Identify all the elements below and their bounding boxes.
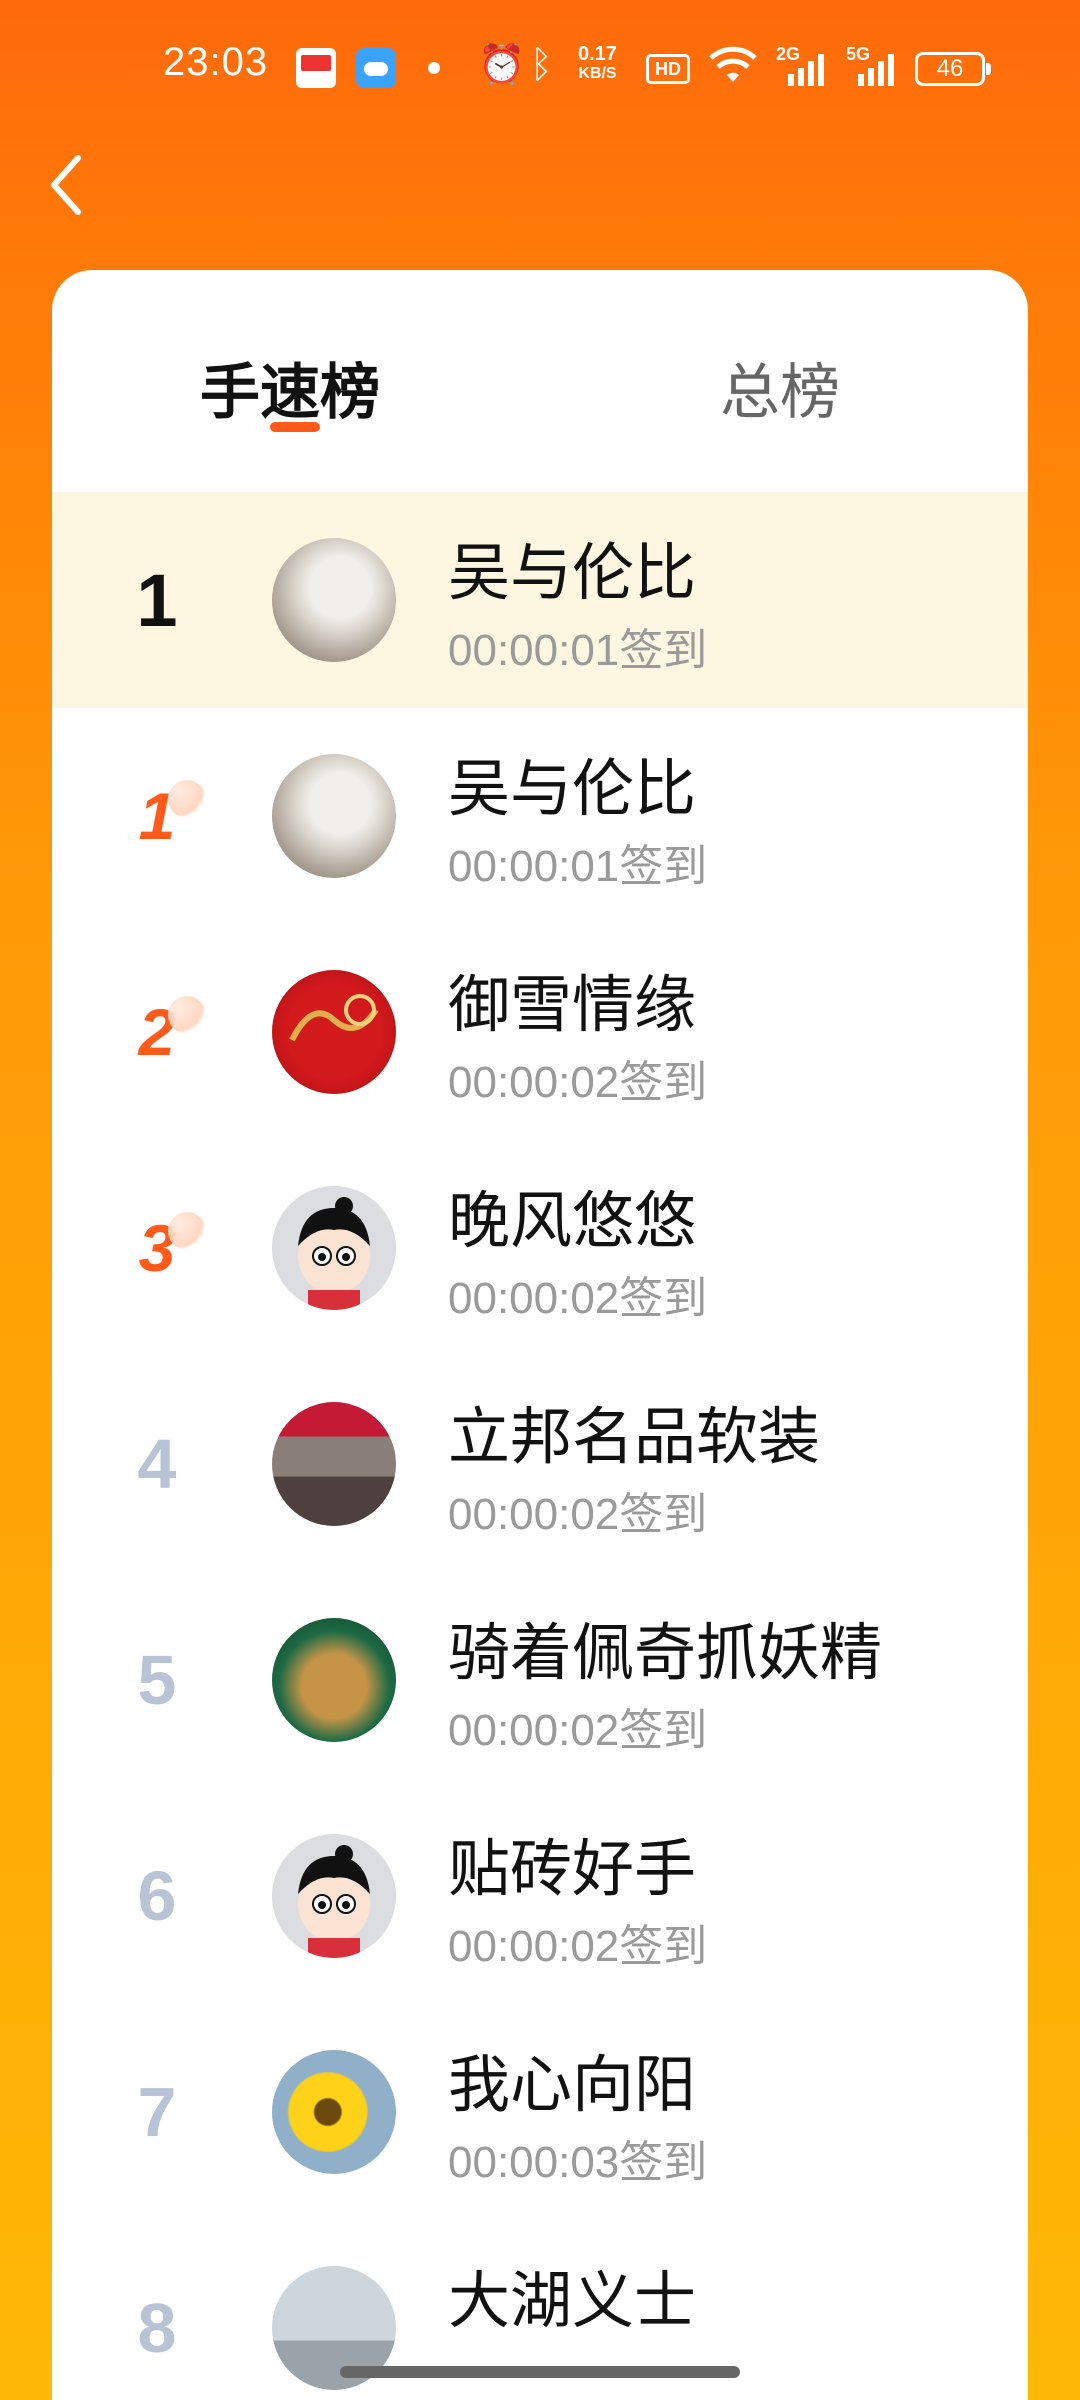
cat-avatar	[272, 538, 396, 662]
kid-image	[298, 1197, 370, 1310]
rank-number: 4	[137, 1425, 177, 1503]
user-name: 御雪情缘	[448, 968, 697, 1041]
status-bar: 23:03 ⏰ ᛒ 0.17 KB/S HD 2G 5G 46	[0, 0, 1080, 140]
network-speed: 0.17 KB/S	[578, 44, 617, 84]
checkin-time: 00:00:02签到	[448, 1706, 708, 1755]
user-name: 立邦名品软装	[448, 1400, 821, 1473]
rank-medal-2: 2	[92, 924, 222, 1140]
red-dragon-avatar	[272, 970, 396, 1094]
status-time: 23:03	[163, 40, 269, 84]
ranking-row[interactable]: 3 晚风悠悠 00:00:02签到	[52, 1140, 1028, 1356]
checkin-time: 00:00:02签到	[448, 1058, 708, 1107]
checkin-time: 00:00:01签到	[448, 842, 708, 891]
my-ranking-row[interactable]: 1 吴与伦比 00:00:01签到	[52, 492, 1028, 708]
user-name: 骑着佩奇抓妖精	[448, 1616, 883, 1689]
signal-bars-icon	[788, 54, 824, 86]
checkin-time: 00:00:01签到	[448, 626, 708, 675]
ranking-row[interactable]: 4 立邦名品软装 00:00:02签到	[52, 1356, 1028, 1572]
weather-app-icon	[356, 48, 396, 88]
dragon-image	[289, 994, 379, 1042]
speed-value: 0.17	[578, 43, 617, 65]
ranking-row[interactable]: 2 御雪情缘 00:00:02签到	[52, 924, 1028, 1140]
checkin-time: 00:00:02签到	[448, 1922, 708, 1971]
storefront-avatar	[272, 1402, 396, 1526]
rank-number: 8	[137, 2289, 177, 2367]
home-indicator[interactable]	[340, 2366, 740, 2378]
wifi-icon	[709, 46, 757, 82]
cartoon-kid-avatar	[272, 1834, 396, 1958]
back-button[interactable]	[38, 150, 94, 220]
ranking-row[interactable]: 6 贴砖好手 00:00:02签到	[52, 1788, 1028, 2004]
signal-icon-2g: 2G	[776, 44, 830, 88]
notification-dot	[428, 62, 440, 74]
checkin-time: 00:00:02签到	[448, 1274, 708, 1323]
active-tab-indicator	[270, 422, 320, 432]
ranking-row[interactable]: 1 吴与伦比 00:00:01签到	[52, 708, 1028, 924]
user-name: 晚风悠悠	[448, 1184, 697, 1257]
tab-bar: 手速榜 总榜	[52, 270, 1028, 492]
signal-bars-icon	[858, 54, 894, 86]
ranking-row[interactable]: 7 我心向阳 00:00:03签到	[52, 2004, 1028, 2220]
rank-number: 1	[136, 558, 178, 642]
cat-avatar	[272, 754, 396, 878]
speed-unit: KB/S	[578, 65, 617, 82]
rank-medal-1: 1	[92, 708, 222, 924]
ranking-card: 手速榜 总榜 1 吴与伦比 00:00:01签到 1 吴与伦比 00:00:01…	[52, 270, 1028, 2400]
rank-number: 7	[137, 2073, 177, 2151]
alarm-icon: ⏰	[478, 42, 526, 86]
chevron-left-icon	[51, 155, 81, 215]
bluetooth-icon: ᛒ	[530, 42, 553, 86]
rank-number: 6	[137, 1857, 177, 1935]
toutiao-app-icon	[296, 48, 336, 88]
rank-number: 5	[137, 1641, 177, 1719]
user-name: 吴与伦比	[448, 536, 697, 609]
ranking-row[interactable]: 5 骑着佩奇抓妖精 00:00:02签到	[52, 1572, 1028, 1788]
checkin-time: 00:00:03签到	[448, 2138, 708, 2187]
user-name: 吴与伦比	[448, 752, 697, 825]
rank-medal-3: 3	[92, 1140, 222, 1356]
tab-speed-ranking[interactable]: 手速榜	[200, 344, 380, 431]
battery-icon: 46	[915, 52, 991, 86]
checkin-time: 00:00:02签到	[448, 1490, 708, 1539]
tab-total-ranking[interactable]: 总榜	[720, 344, 840, 431]
user-name: 大湖义士	[448, 2264, 697, 2337]
buddha-avatar	[272, 1618, 396, 1742]
user-name: 贴砖好手	[448, 1832, 697, 1905]
user-name: 我心向阳	[448, 2048, 697, 2121]
hd-icon: HD	[646, 54, 690, 84]
cartoon-kid-avatar	[272, 1186, 396, 1310]
ranking-list: 1 吴与伦比 00:00:01签到 1 吴与伦比 00:00:01签到 2 御雪…	[52, 492, 1028, 2400]
kid-image	[298, 1845, 370, 1958]
sunflower-avatar	[272, 2050, 396, 2174]
signal-icon-5g: 5G	[846, 44, 900, 88]
